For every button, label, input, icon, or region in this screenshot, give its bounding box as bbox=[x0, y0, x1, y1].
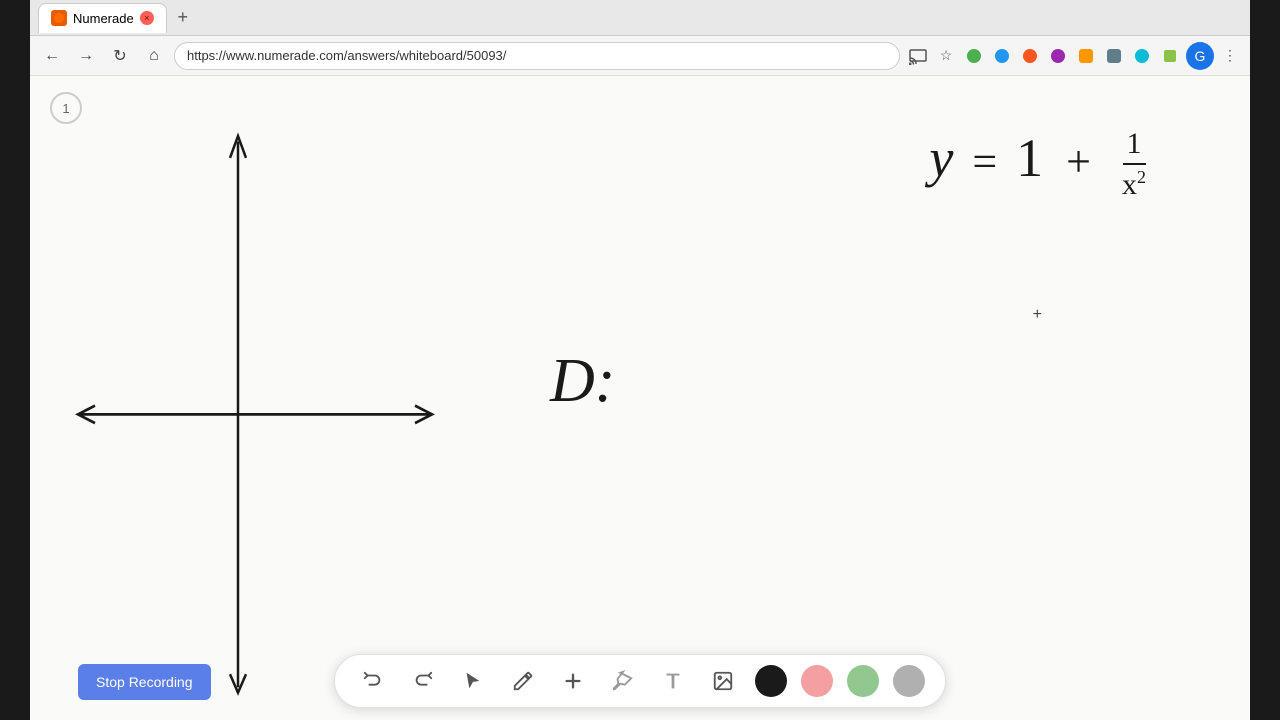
extension1-icon[interactable] bbox=[962, 44, 986, 68]
browser-toolbar: ← → ↻ ⌂ https://www.numerade.com/answers… bbox=[30, 36, 1250, 76]
formula-1: 1 bbox=[1016, 128, 1043, 188]
extension3-icon[interactable] bbox=[1018, 44, 1042, 68]
forward-button[interactable]: → bbox=[72, 42, 100, 70]
color-gray-button[interactable] bbox=[893, 665, 925, 697]
stop-recording-button[interactable]: Stop Recording bbox=[78, 664, 211, 700]
cast-icon[interactable] bbox=[906, 44, 930, 68]
formula-plus: + bbox=[1066, 137, 1091, 186]
more-options-icon[interactable]: ⋮ bbox=[1218, 44, 1242, 68]
browser-titlebar: Numerade × + bbox=[30, 0, 1250, 36]
math-formula: y = 1 + 1 x2 bbox=[929, 124, 1150, 204]
text-tool-button[interactable] bbox=[655, 663, 691, 699]
color-black-button[interactable] bbox=[755, 665, 787, 697]
add-tool-button[interactable] bbox=[555, 663, 591, 699]
formula-y-equals: y bbox=[929, 128, 953, 188]
url-text: https://www.numerade.com/answers/whitebo… bbox=[187, 48, 506, 63]
whiteboard-content-area: 1 y = 1 + 1 x bbox=[30, 76, 1250, 720]
bookmark-icon[interactable]: ☆ bbox=[934, 44, 958, 68]
draw-tool-button[interactable] bbox=[505, 663, 541, 699]
highlighter-tool-button[interactable] bbox=[605, 663, 641, 699]
formula-equals: = bbox=[972, 137, 997, 186]
fraction-exponent: 2 bbox=[1137, 167, 1146, 187]
formula-fraction: 1 x2 bbox=[1118, 124, 1150, 204]
select-tool-button[interactable] bbox=[455, 663, 491, 699]
extension6-icon[interactable] bbox=[1102, 44, 1126, 68]
tab-favicon bbox=[51, 10, 67, 26]
tab-title: Numerade bbox=[73, 11, 134, 26]
redo-button[interactable] bbox=[405, 663, 441, 699]
bottom-toolbar bbox=[334, 654, 946, 708]
profile-button[interactable]: G bbox=[1186, 42, 1214, 70]
back-button[interactable]: ← bbox=[38, 42, 66, 70]
new-tab-button[interactable]: + bbox=[171, 6, 195, 30]
numerade-logo-icon bbox=[53, 12, 65, 24]
undo-button[interactable] bbox=[355, 663, 391, 699]
fraction-numerator: 1 bbox=[1123, 124, 1146, 165]
browser-toolbar-icons: ☆ bbox=[906, 42, 1242, 70]
domain-label: D: bbox=[550, 346, 615, 417]
home-button[interactable]: ⌂ bbox=[140, 42, 168, 70]
fraction-denominator: x2 bbox=[1118, 165, 1150, 204]
address-bar[interactable]: https://www.numerade.com/answers/whitebo… bbox=[174, 42, 900, 70]
extension8-icon[interactable] bbox=[1158, 44, 1182, 68]
tab-bar: Numerade × + bbox=[38, 3, 195, 33]
extension4-icon[interactable] bbox=[1046, 44, 1070, 68]
reload-button[interactable]: ↻ bbox=[106, 42, 134, 70]
color-green-button[interactable] bbox=[847, 665, 879, 697]
extension7-icon[interactable] bbox=[1130, 44, 1154, 68]
extension2-icon[interactable] bbox=[990, 44, 1014, 68]
active-tab[interactable]: Numerade × bbox=[38, 3, 167, 33]
tab-close-button[interactable]: × bbox=[140, 11, 154, 25]
extension5-icon[interactable] bbox=[1074, 44, 1098, 68]
image-tool-button[interactable] bbox=[705, 663, 741, 699]
color-pink-button[interactable] bbox=[801, 665, 833, 697]
